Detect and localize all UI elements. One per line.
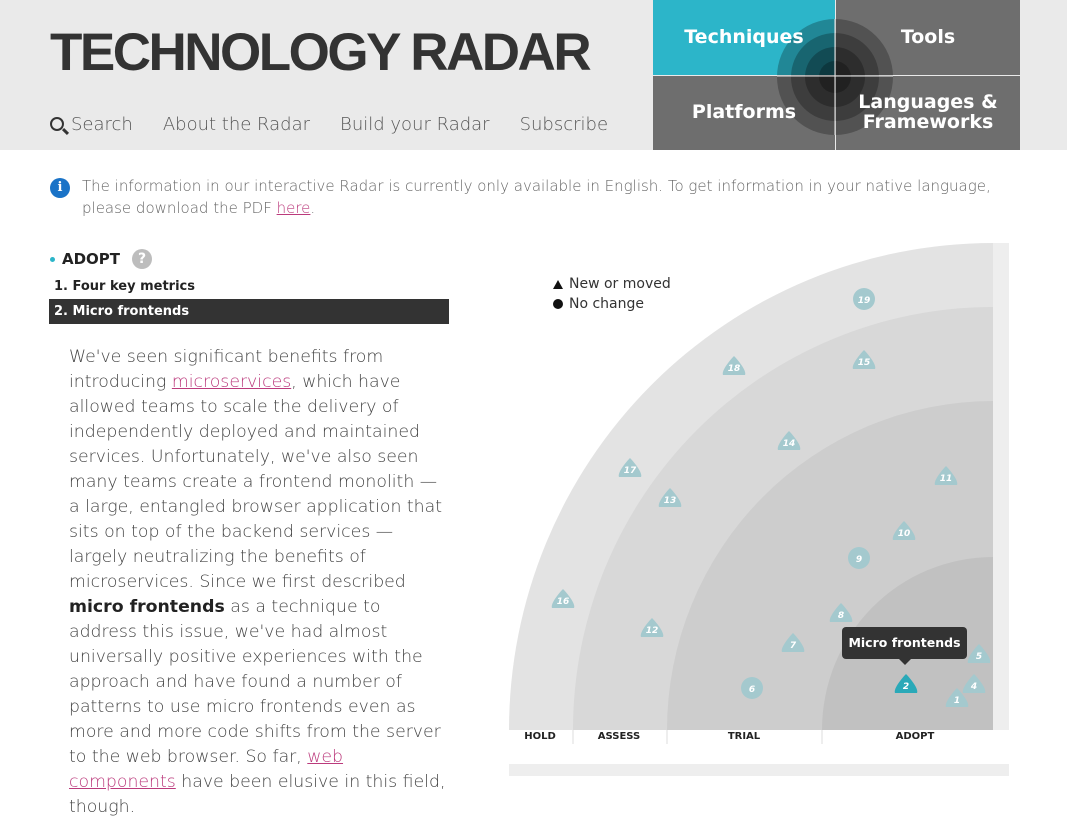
blip-number-19: 19 xyxy=(858,296,871,306)
language-notice-text: The information in our interactive Radar… xyxy=(82,175,1000,219)
desc-part: , which have allowed teams to scale the … xyxy=(69,372,442,592)
quadrant-platforms[interactable]: Platforms xyxy=(653,76,835,150)
quadrant-languages-line2: Frameworks xyxy=(862,111,994,133)
quadrant-tools[interactable]: Tools xyxy=(836,0,1020,75)
nav-about[interactable]: About the Radar xyxy=(163,114,310,135)
legend-nochange: No change xyxy=(553,294,671,314)
blip-number-17: 17 xyxy=(624,466,637,476)
nav-search-label: Search xyxy=(71,114,133,135)
triangle-icon xyxy=(553,279,563,289)
circle-icon xyxy=(553,299,563,309)
blip-list-item[interactable]: 1. Four key metrics xyxy=(49,274,449,299)
blip-number-11: 11 xyxy=(940,474,953,484)
quadrant-tools-label: Tools xyxy=(900,25,956,48)
pdf-download-link[interactable]: here xyxy=(277,199,311,217)
radar-chart: 1518191417131110916128765412 HOLD ASSESS… xyxy=(509,243,1009,744)
legend-new-label: New or moved xyxy=(569,276,671,292)
blip-tooltip: Micro frontends xyxy=(842,627,967,665)
blip-number-7: 7 xyxy=(790,641,797,651)
notice-end: . xyxy=(310,199,316,217)
blip-number-13: 13 xyxy=(664,496,677,506)
help-icon[interactable]: ? xyxy=(132,249,153,269)
blip-description: We've seen significant benefits from int… xyxy=(69,345,447,820)
site-logo[interactable]: TECHNOLOGY RADAR xyxy=(50,26,592,79)
ring-title: ADOPT ? xyxy=(50,249,153,269)
blip-number-12: 12 xyxy=(646,626,659,636)
bullet-icon xyxy=(50,256,55,262)
ring-label-hold: HOLD xyxy=(524,731,556,742)
desc-bold: micro frontends xyxy=(69,597,225,617)
quadrant-languages-line1: Languages & xyxy=(858,91,998,114)
blip-number-2: 2 xyxy=(903,682,909,692)
notice-text: The information in our interactive Radar… xyxy=(82,177,991,217)
blip-number-4: 4 xyxy=(970,682,977,692)
nav-subscribe[interactable]: Subscribe xyxy=(520,114,608,135)
language-notice: i The information in our interactive Rad… xyxy=(50,175,1000,219)
blip-number-5: 5 xyxy=(976,652,982,662)
blip-list-item-active[interactable]: 2. Micro frontends xyxy=(49,299,449,324)
nav-build[interactable]: Build your Radar xyxy=(340,114,490,135)
nav-search[interactable]: Search xyxy=(50,114,133,135)
blip-number-8: 8 xyxy=(838,611,844,621)
ring-label-assess: ASSESS xyxy=(598,731,640,742)
blip-number-10: 10 xyxy=(898,529,911,539)
ring-label-adopt: ADOPT xyxy=(896,731,935,742)
legend-nochange-label: No change xyxy=(569,296,645,312)
microservices-link[interactable]: microservices xyxy=(172,372,291,392)
search-icon xyxy=(50,116,64,131)
blip-list: 1. Four key metrics 2. Micro frontends xyxy=(49,274,449,324)
blip-number-1: 1 xyxy=(954,696,960,706)
quadrant-techniques-label: Techniques xyxy=(684,25,804,48)
radar-edge-strip xyxy=(993,243,1009,730)
blip-number-14: 14 xyxy=(783,439,796,449)
radar-bottom-bar xyxy=(509,764,1009,776)
quadrant-languages-label: Languages & Frameworks xyxy=(858,91,998,133)
quadrant-platforms-label: Platforms xyxy=(691,101,797,124)
blip-number-9: 9 xyxy=(856,555,862,565)
info-icon: i xyxy=(50,178,70,198)
quadrant-techniques[interactable]: Techniques xyxy=(653,0,835,75)
blip-number-16: 16 xyxy=(557,597,570,607)
desc-part: as a technique to address this issue, we… xyxy=(69,597,441,767)
ring-title-label: ADOPT xyxy=(62,250,121,268)
ring-label-trial: TRIAL xyxy=(728,731,761,742)
blip-number-6: 6 xyxy=(749,685,755,695)
main-nav: Search About the Radar Build your Radar … xyxy=(50,114,638,135)
blip-number-18: 18 xyxy=(728,364,741,374)
quadrant-languages-frameworks[interactable]: Languages & Frameworks xyxy=(836,76,1020,150)
radar-legend: New or moved No change xyxy=(553,274,671,314)
blip-number-15: 15 xyxy=(858,358,871,368)
legend-new: New or moved xyxy=(553,274,671,294)
